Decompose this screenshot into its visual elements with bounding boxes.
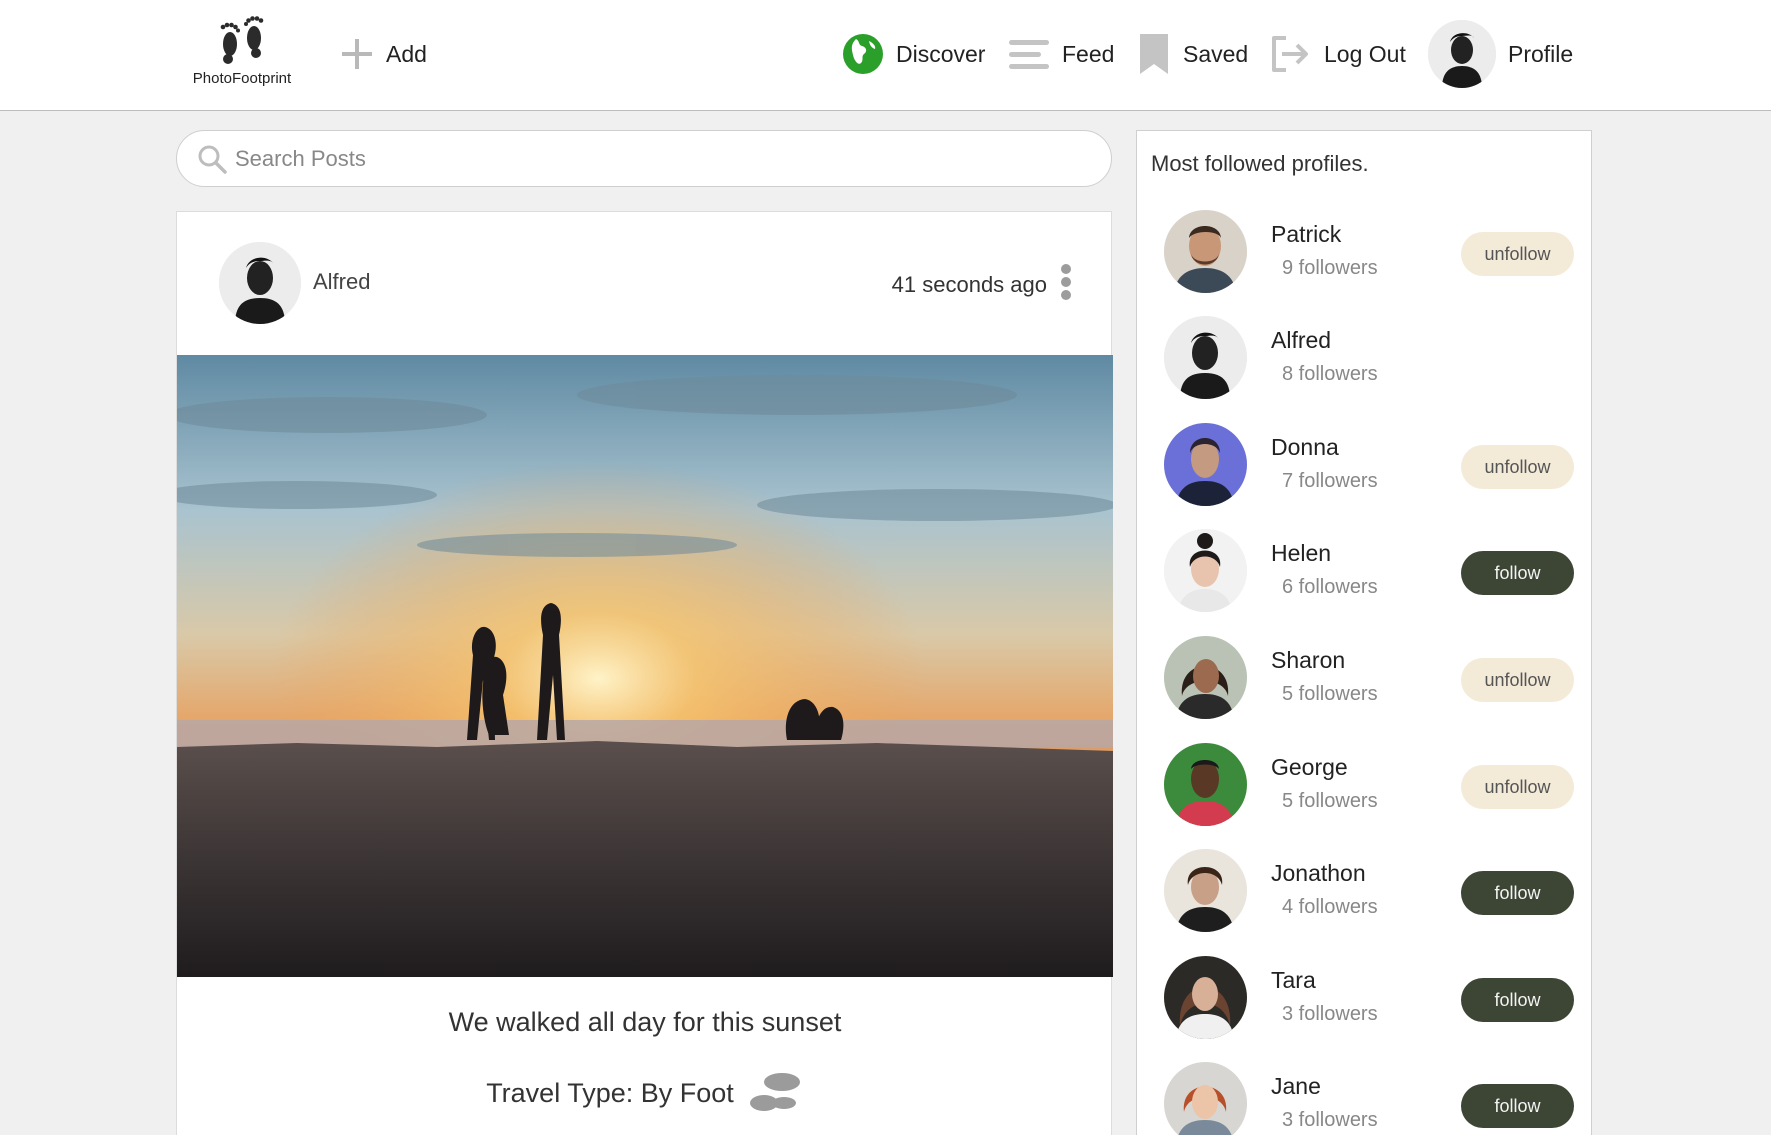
profile-followers: 9 followers [1282,257,1378,279]
avatar[interactable] [1164,423,1247,506]
logout-icon [1272,36,1308,72]
nav-profile[interactable]: Profile [1428,18,1573,90]
avatar[interactable] [1164,956,1247,1039]
nav-logout-label: Log Out [1324,40,1406,67]
profile-name[interactable]: George [1271,754,1348,781]
profile-row: Patrick 9 followers unfollow [1137,205,1593,301]
post-options-menu[interactable] [1059,264,1073,304]
post-timestamp: 41 seconds ago [891,272,1047,297]
profile-name[interactable]: Tara [1271,967,1316,994]
profile-row: Donna 7 followers unfollow [1137,418,1593,514]
sunset-photo-image [177,355,1113,977]
profile-name[interactable]: Jane [1271,1073,1321,1100]
profile-name[interactable]: Donna [1271,434,1339,461]
profile-name[interactable]: Helen [1271,540,1331,567]
more-dots-icon [1061,264,1071,274]
profile-name[interactable]: Sharon [1271,647,1345,674]
logo-text: PhotoFootprint [192,70,292,87]
profile-row: Jane 3 followers follow [1137,1057,1593,1135]
nav-feed-label: Feed [1062,40,1115,67]
profile-followers: 7 followers [1282,470,1378,492]
post-header: Alfred 41 seconds ago [177,212,1113,355]
post-card: Alfred 41 seconds ago We walked all day … [176,211,1113,1135]
avatar[interactable] [1164,210,1247,293]
avatar[interactable] [1164,316,1247,399]
search-bar[interactable] [176,130,1112,187]
post-author-name[interactable]: Alfred [313,269,370,295]
profile-name[interactable]: Patrick [1271,221,1341,248]
nav-discover-label: Discover [896,40,986,67]
search-input[interactable] [235,145,1055,172]
app-logo[interactable]: PhotoFootprint [184,14,300,94]
avatar [1428,20,1496,88]
most-followed-panel: Most followed profiles. Patrick 9 follow… [1136,130,1592,1135]
follow-button[interactable]: follow [1461,1084,1574,1128]
post-photo[interactable] [177,355,1113,977]
menu-lines-icon [1009,40,1049,69]
travel-type-label: Travel Type: By Foot [486,1077,734,1108]
profile-followers: 6 followers [1282,576,1378,598]
bookmark-icon [1140,34,1168,74]
profile-row: George 5 followers unfollow [1137,738,1593,834]
top-nav-bar: PhotoFootprint Add Discover Feed Saved L… [0,0,1771,111]
unfollow-button[interactable]: unfollow [1461,232,1574,276]
post-caption: We walked all day for this sunset [448,1007,842,1037]
nav-feed[interactable]: Feed [1008,18,1114,90]
footprint-icon [749,1073,800,1111]
profile-followers: 3 followers [1282,1003,1378,1025]
plus-icon [342,39,372,69]
follow-button[interactable]: follow [1461,978,1574,1022]
footprints-icon [220,16,264,64]
post-author-avatar[interactable] [219,242,301,324]
avatar[interactable] [1164,529,1247,612]
search-icon [198,145,227,174]
profile-row: Sharon 5 followers unfollow [1137,631,1593,727]
profile-row: Tara 3 followers follow [1137,951,1593,1047]
profile-row: Helen 6 followers follow [1137,524,1593,620]
nav-discover[interactable]: Discover [842,18,985,90]
post-travel-type: Travel Type: By Foot [177,1070,1113,1116]
avatar[interactable] [1164,636,1247,719]
profile-followers: 4 followers [1282,896,1378,918]
add-button[interactable]: Add [340,34,427,74]
nav-logout[interactable]: Log Out [1268,18,1406,90]
avatar[interactable] [1164,743,1247,826]
panel-title: Most followed profiles. [1151,151,1369,176]
profile-followers: 5 followers [1282,790,1378,812]
follow-button[interactable]: follow [1461,871,1574,915]
profile-followers: 8 followers [1282,363,1378,385]
nav-saved-label: Saved [1183,40,1249,67]
avatar[interactable] [1164,849,1247,932]
profile-followers: 3 followers [1282,1109,1378,1131]
profile-name[interactable]: Jonathon [1271,860,1366,887]
unfollow-button[interactable]: unfollow [1461,765,1574,809]
add-label: Add [386,40,427,67]
globe-icon [843,34,883,74]
unfollow-button[interactable]: unfollow [1461,445,1574,489]
profile-followers: 5 followers [1282,683,1378,705]
unfollow-button[interactable]: unfollow [1461,658,1574,702]
profile-row: Jonathon 4 followers follow [1137,844,1593,940]
nav-saved[interactable]: Saved [1137,18,1248,90]
profile-row: Alfred 8 followers [1137,311,1593,407]
avatar[interactable] [1164,1062,1247,1135]
profile-name[interactable]: Alfred [1271,327,1331,354]
nav-profile-label: Profile [1508,40,1574,67]
follow-button[interactable]: follow [1461,551,1574,595]
